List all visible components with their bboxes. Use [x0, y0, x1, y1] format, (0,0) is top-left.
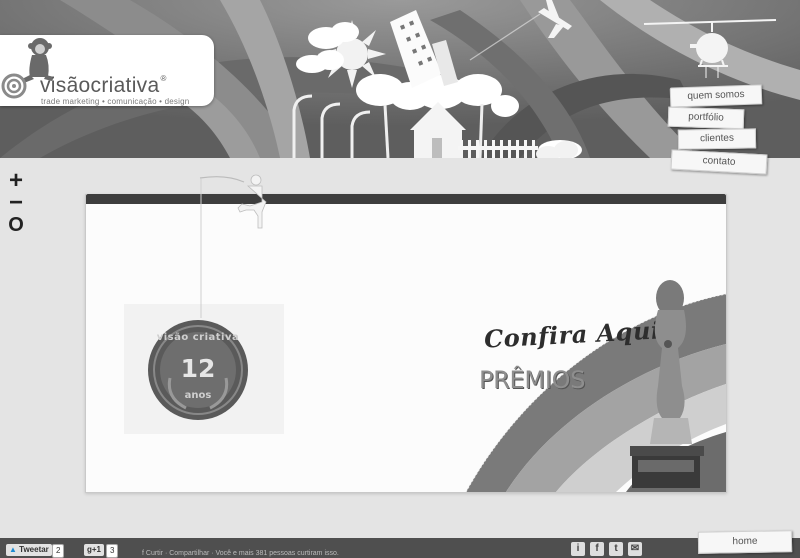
nav-portfolio[interactable]: portfólio: [667, 106, 745, 130]
nav-quem-somos[interactable]: quem somos: [669, 84, 763, 108]
fisherman-illustration: [199, 174, 267, 318]
gplus-button[interactable]: g+1: [84, 544, 105, 556]
brand-name-text: visãocriativa: [40, 74, 160, 97]
facebook-icon[interactable]: f: [590, 542, 604, 556]
premios-link[interactable]: PRÊMIOS: [479, 366, 585, 394]
trophy-icon[interactable]: [628, 278, 706, 490]
tweet-count: 2: [52, 544, 65, 558]
footer-bar: ▲ Tweetar 2 g+1 3 f Curtir · Compartilha…: [0, 538, 800, 558]
brand-name: visãocriativa®: [40, 74, 167, 98]
brand-tagline: trade marketing • comunicação • design: [41, 97, 190, 106]
twitter-icon[interactable]: t: [609, 542, 623, 556]
nav-clientes[interactable]: clientes: [677, 128, 757, 150]
zoom-reset-button[interactable]: O: [5, 214, 27, 236]
logo[interactable]: visãocriativa® trade marketing • comunic…: [0, 35, 214, 106]
tweet-button[interactable]: ▲ Tweetar: [6, 544, 52, 556]
home-button[interactable]: home: [697, 530, 793, 554]
twitter-bird-icon: ▲: [9, 545, 17, 554]
anniversary-medal: visão criativa 12 anos: [146, 318, 250, 427]
info-icon[interactable]: i: [571, 542, 585, 556]
registered-mark: ®: [160, 74, 167, 83]
zoom-controls: + − O: [5, 169, 29, 237]
medal-years-number: 12: [180, 354, 216, 383]
medal-brand-text: visão criativa: [156, 332, 240, 343]
email-icon[interactable]: ✉: [628, 542, 642, 556]
zoom-out-button[interactable]: −: [5, 191, 27, 215]
nav-contato[interactable]: contato: [670, 149, 768, 175]
tweet-label: Tweetar: [19, 545, 49, 554]
facebook-like-text[interactable]: f Curtir · Compartilhar · Você e mais 38…: [142, 550, 339, 557]
gplus-count: 3: [106, 544, 119, 558]
medal-years-label: anos: [184, 390, 212, 401]
